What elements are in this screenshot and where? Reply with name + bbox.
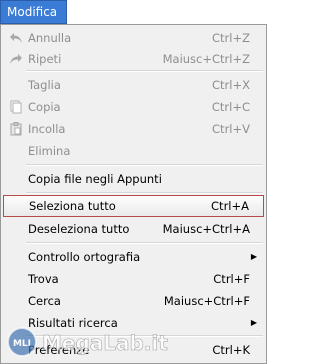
menu-item-controllo-ortografia[interactable]: Controllo ortografia ▶ — [3, 246, 264, 267]
menu-separator — [26, 242, 263, 244]
menu-separator — [26, 164, 263, 166]
menu-item-deseleziona-tutto[interactable]: Deseleziona tutto Maiusc+Ctrl+A — [3, 218, 264, 239]
menu-item-incolla[interactable]: Incolla Ctrl+V — [3, 118, 264, 139]
menu-item-copia-file-appunti[interactable]: Copia file negli Appunti — [3, 168, 264, 189]
menu-item-cerca[interactable]: Cerca Maiusc+Ctrl+F — [3, 290, 264, 311]
menu-item-taglia[interactable]: Taglia Ctrl+X — [3, 74, 264, 95]
watermark-badge-text: MLI — [13, 339, 31, 349]
undo-icon — [8, 30, 24, 46]
menu-item-annulla[interactable]: Annulla Ctrl+Z — [3, 27, 264, 48]
submenu-arrow-icon: ▶ — [250, 252, 257, 261]
menu-item-trova[interactable]: Trova Ctrl+F — [3, 268, 264, 289]
menu-item-copia[interactable]: Copia Ctrl+C — [3, 96, 264, 117]
menu-item-seleziona-tutto[interactable]: Seleziona tutto Ctrl+A — [3, 195, 264, 217]
redo-icon — [8, 51, 24, 67]
paste-icon — [8, 121, 24, 137]
megalab-watermark-logo: MLI MegaLab.it — [7, 327, 169, 357]
copy-icon — [8, 99, 24, 115]
menu-separator — [26, 70, 263, 72]
edit-menu-dropdown: Annulla Ctrl+Z Ripeti Maiusc+Ctrl+Z Tagl… — [0, 24, 267, 364]
menu-item-ripeti[interactable]: Ripeti Maiusc+Ctrl+Z — [3, 48, 264, 69]
submenu-arrow-icon: ▶ — [250, 318, 257, 327]
menu-title-label: Modifica — [7, 5, 58, 19]
watermark-text: MegaLab.it — [42, 331, 168, 355]
menu-item-elimina[interactable]: Elimina — [3, 140, 264, 161]
menu-separator — [26, 192, 263, 194]
menu-title-modifica[interactable]: Modifica — [0, 0, 67, 24]
